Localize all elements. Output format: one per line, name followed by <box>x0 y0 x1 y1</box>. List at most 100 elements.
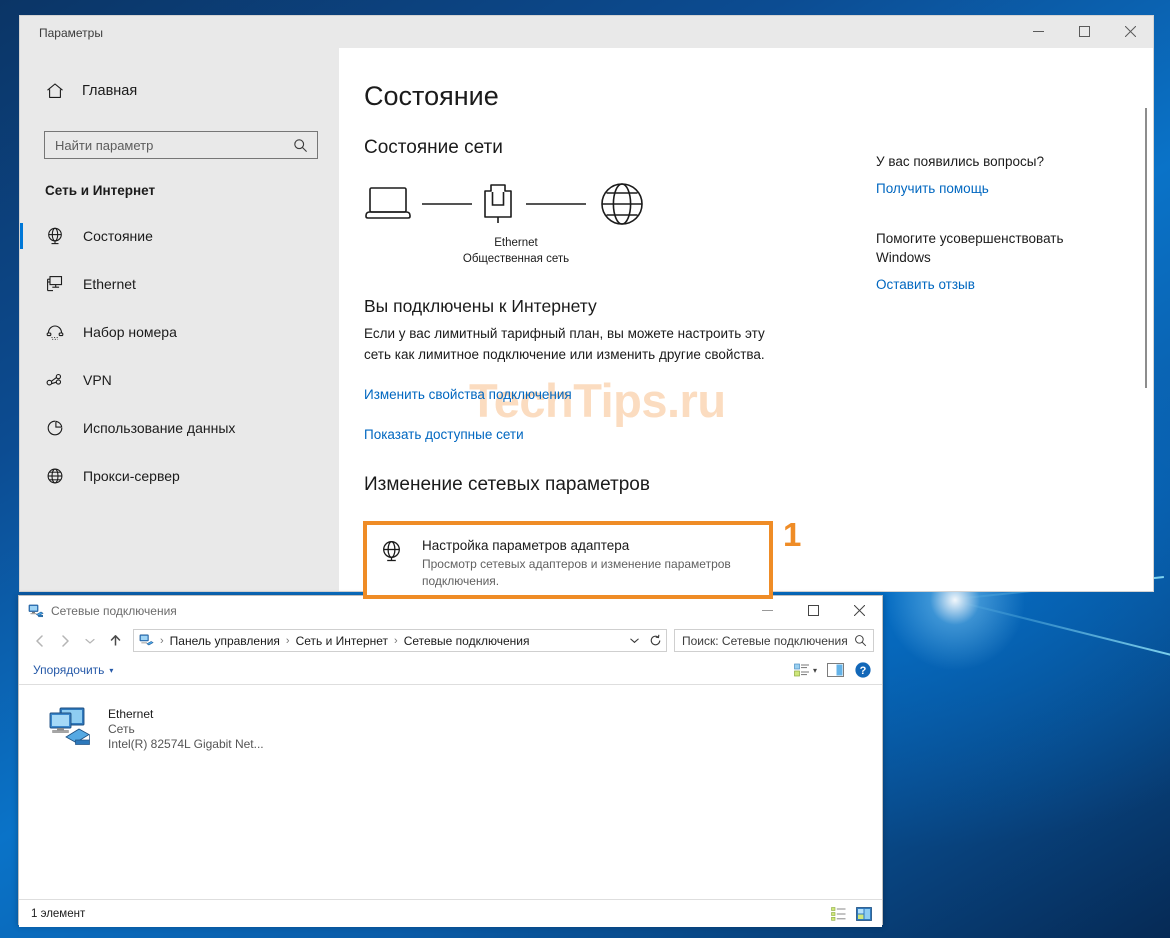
settings-titlebar[interactable]: Параметры <box>20 16 1153 48</box>
settings-window: Параметры Главная Найти параметр Сеть и … <box>20 16 1153 599</box>
forward-button[interactable] <box>54 630 76 652</box>
give-feedback-link[interactable]: Оставить отзыв <box>876 277 1106 292</box>
details-view-icon <box>830 906 845 921</box>
settings-main-content: TechTips.ru Состояние Состояние сети Eth… <box>339 48 1153 591</box>
close-button[interactable] <box>836 596 882 625</box>
network-caption: Ethernet Общественная сеть <box>416 236 616 267</box>
explorer-toolbar: Упорядочить ▾ ▾ ? <box>19 656 882 685</box>
maximize-button[interactable] <box>1061 16 1107 47</box>
close-icon <box>853 605 865 616</box>
refresh-button[interactable] <box>645 630 666 651</box>
connection-network: Сеть <box>108 722 135 736</box>
help-block-questions: У вас появились вопросы? Получить помощь <box>876 153 1106 196</box>
up-arrow-icon <box>110 635 120 646</box>
tiles-view-button[interactable] <box>854 905 874 923</box>
adapter-option-text: Настройка параметров адаптера Просмотр с… <box>422 537 757 590</box>
adapter-option-subtitle: Просмотр сетевых адаптеров и изменение п… <box>422 557 731 588</box>
preview-pane-button[interactable] <box>827 663 844 677</box>
adapter-settings-option[interactable]: Настройка параметров адаптера Просмотр с… <box>363 521 773 599</box>
explorer-title-left: Сетевые подключения <box>19 603 744 619</box>
adapter-option-row: Настройка параметров адаптера Просмотр с… <box>367 525 769 590</box>
chevron-down-icon <box>85 638 95 644</box>
sidebar-nav-list: Состояние Ethernet Набор номера VPN Испо… <box>20 212 339 500</box>
help-button[interactable]: ? <box>854 661 872 679</box>
explorer-search-box[interactable] <box>674 629 874 652</box>
back-button[interactable] <box>29 630 51 652</box>
list-item[interactable]: Ethernet Сеть Intel(R) 82574L Gigabit Ne… <box>44 703 350 754</box>
breadcrumb-item-control-panel[interactable]: Панель управления <box>168 634 282 648</box>
maximize-button[interactable] <box>790 596 836 625</box>
magnifier-icon <box>294 138 307 152</box>
breadcrumb-item-network-internet[interactable]: Сеть и Интернет <box>294 634 390 648</box>
page-title: Состояние <box>364 81 499 111</box>
up-button[interactable] <box>104 630 126 652</box>
toolbar-right-group: ▾ ? <box>794 661 872 679</box>
maximize-icon <box>1078 26 1090 37</box>
search-input[interactable] <box>45 137 293 153</box>
sidebar-search <box>20 108 339 159</box>
step-number-marker: 1 <box>783 516 802 553</box>
minimize-button[interactable] <box>1015 16 1061 47</box>
minimize-button[interactable] <box>744 596 790 625</box>
organize-label: Упорядочить <box>33 663 105 677</box>
maximize-icon <box>807 605 819 616</box>
explorer-titlebar[interactable]: Сетевые подключения <box>19 596 882 625</box>
explorer-search-input[interactable] <box>675 632 854 649</box>
sidebar-item-label: Ethernet <box>83 276 136 292</box>
connection-status-description: Если у вас лимитный тарифный план, вы мо… <box>364 326 765 362</box>
close-button[interactable] <box>1107 16 1153 47</box>
connection-adapter: Intel(R) 82574L Gigabit Net... <box>108 737 264 751</box>
help-heading: У вас появились вопросы? <box>876 154 1044 169</box>
explorer-content: Ethernet Сеть Intel(R) 82574L Gigabit Ne… <box>19 685 882 899</box>
sidebar-item-status[interactable]: Состояние <box>20 212 339 260</box>
connection-name: Ethernet <box>108 707 154 721</box>
explorer-statusbar: 1 элемент <box>19 899 882 927</box>
address-dropdown-button[interactable] <box>624 630 645 651</box>
search-box[interactable] <box>44 131 318 159</box>
organize-button[interactable]: Упорядочить ▾ <box>33 663 113 677</box>
get-help-link[interactable]: Получить помощь <box>876 181 1106 196</box>
sidebar-item-home[interactable]: Главная <box>20 48 339 108</box>
connection-text: Ethernet Сеть Intel(R) 82574L Gigabit Ne… <box>108 706 264 751</box>
breadcrumb[interactable]: › Панель управления › Сеть и Интернет › … <box>133 629 667 652</box>
connection-status-heading: Вы подключены к Интернету <box>364 296 597 316</box>
help-icon: ? <box>855 662 871 678</box>
change-network-settings-heading: Изменение сетевых параметров <box>364 473 650 495</box>
help-column: У вас появились вопросы? Получить помощь… <box>876 48 1106 326</box>
breadcrumb-separator: › <box>394 634 398 647</box>
explorer-addressbar: › Панель управления › Сеть и Интернет › … <box>19 625 882 656</box>
ethernet-port-icon <box>484 184 512 223</box>
sidebar-item-label: Прокси-сервер <box>83 468 180 484</box>
view-options-icon <box>794 663 809 676</box>
sidebar-item-dialup[interactable]: Набор номера <box>20 308 339 356</box>
sidebar-item-label: Набор номера <box>83 324 177 340</box>
ethernet-icon <box>47 276 63 292</box>
recent-locations-button[interactable] <box>79 630 101 652</box>
explorer-search-icon[interactable] <box>854 634 873 647</box>
network-diagram-svg <box>365 183 643 225</box>
settings-scrollbar[interactable] <box>1145 108 1147 388</box>
vpn-icon <box>46 373 62 386</box>
back-arrow-icon <box>36 634 43 647</box>
globe-status-icon <box>48 227 62 245</box>
sidebar-item-vpn[interactable]: VPN <box>20 356 339 404</box>
details-view-button[interactable] <box>828 905 848 923</box>
breadcrumb-item-network-connections[interactable]: Сетевые подключения <box>402 634 532 648</box>
preview-pane-icon <box>827 663 844 677</box>
explorer-window: Сетевые подключения › Панель управления … <box>18 595 883 927</box>
close-icon <box>1124 26 1136 37</box>
sidebar-item-ethernet[interactable]: Ethernet <box>20 260 339 308</box>
dialup-icon <box>46 325 64 340</box>
sidebar-item-data-usage[interactable]: Использование данных <box>20 404 339 452</box>
breadcrumb-separator: › <box>160 634 164 647</box>
settings-sidebar: Главная Сеть и Интернет <box>20 48 339 591</box>
sidebar-category-label: Сеть и Интернет <box>45 183 156 198</box>
search-icon[interactable] <box>293 138 317 153</box>
change-connection-properties-link[interactable]: Изменить свойства подключения <box>364 387 894 402</box>
globe-icon <box>601 183 643 225</box>
sidebar-item-proxy[interactable]: Прокси-сервер <box>20 452 339 500</box>
show-available-networks-link[interactable]: Показать доступные сети <box>364 427 894 442</box>
view-options-button[interactable]: ▾ <box>794 663 817 678</box>
view-toggle-group <box>828 905 874 923</box>
minimize-icon <box>761 610 773 611</box>
